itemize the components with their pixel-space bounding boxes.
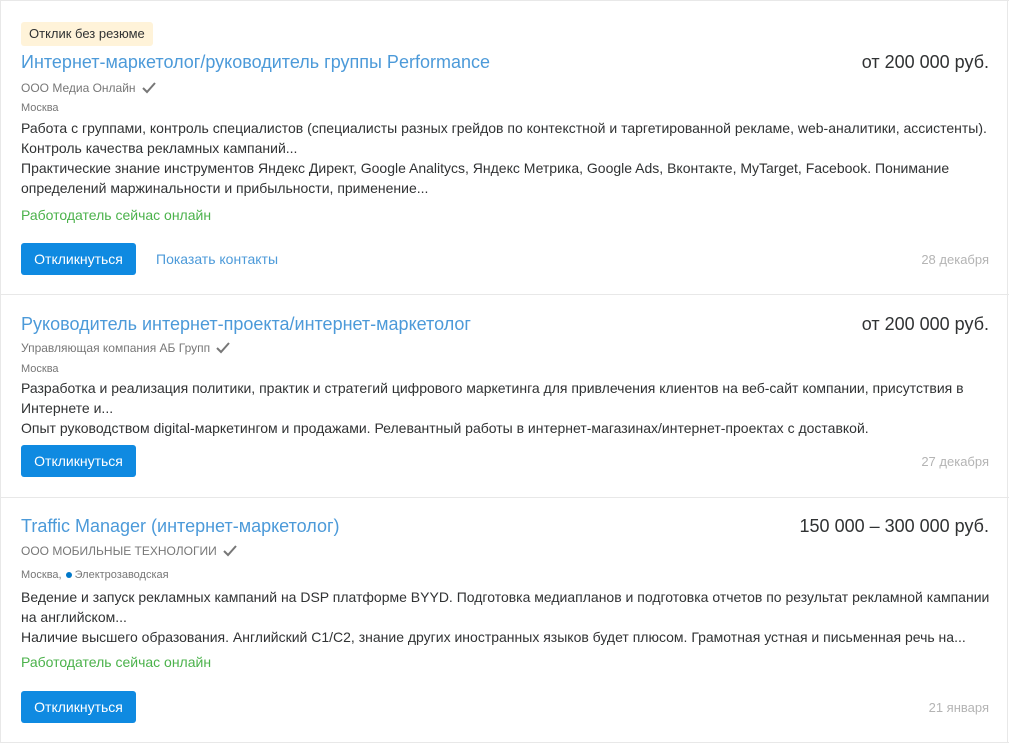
vacancy-requirement: Наличие высшего образования. Английский … — [21, 629, 966, 645]
check-icon — [141, 82, 156, 94]
vacancy-city: Москва, — [21, 569, 62, 581]
vacancy-card: Руководитель интернет-проекта/интернет-м… — [1, 295, 1009, 498]
vacancy-responsibility: Работа с группами, контроль специалистов… — [21, 120, 987, 156]
respond-button[interactable]: Откликнуться — [21, 691, 136, 723]
vacancy-salary: от 200 000 руб. — [861, 314, 989, 334]
vacancy-city: Москва — [21, 102, 59, 114]
vacancy-date: 21 января — [928, 700, 989, 715]
employer-row: ООО МОБИЛЬНЫЕ ТЕХНОЛОГИИ — [21, 544, 237, 558]
vacancy-snippet: Работа с группами, контроль специалистов… — [21, 118, 996, 198]
vacancy-card: Отклик без резюме Интернет-маркетолог/ру… — [1, 0, 1009, 295]
employer-name-link[interactable]: ООО Медиа Онлайн — [21, 81, 136, 95]
vacancy-card: Traffic Manager (интернет-маркетолог) 15… — [1, 498, 1009, 743]
vacancy-city: Москва — [21, 363, 59, 375]
employer-row: ООО Медиа Онлайн — [21, 81, 156, 95]
vacancy-responsibility: Ведение и запуск рекламных кампаний на D… — [21, 589, 990, 625]
vacancy-location: Москва — [21, 363, 59, 375]
vacancy-title-link[interactable]: Интернет-маркетолог/руководитель группы … — [21, 52, 490, 73]
vacancy-salary: от 200 000 руб. — [861, 52, 989, 72]
vacancy-requirement: Опыт руководством digital-маркетингом и … — [21, 420, 869, 436]
vacancy-location: Москва, Электрозаводская — [21, 569, 169, 581]
check-icon — [216, 342, 230, 354]
employer-online-status: Работодатель сейчас онлайн — [21, 207, 212, 223]
respond-button[interactable]: Откликнуться — [21, 445, 136, 477]
vacancy-date: 28 декабря — [921, 252, 989, 267]
employer-name-link[interactable]: ООО МОБИЛЬНЫЕ ТЕХНОЛОГИИ — [21, 544, 217, 558]
vacancy-title-link[interactable]: Руководитель интернет-проекта/интернет-м… — [21, 314, 471, 335]
metro-station: Электрозаводская — [74, 569, 169, 581]
vacancy-location: Москва — [21, 102, 59, 114]
vacancy-list: Отклик без резюме Интернет-маркетолог/ру… — [0, 0, 1009, 743]
vacancy-snippet: Разработка и реализация политики, практи… — [21, 378, 996, 438]
employer-row: Управляющая компания АБ Групп — [21, 341, 230, 355]
vacancy-snippet: Ведение и запуск рекламных кампаний на D… — [21, 587, 996, 647]
respond-button[interactable]: Откликнуться — [21, 243, 136, 275]
vacancy-title-link[interactable]: Traffic Manager (интернет-маркетолог) — [21, 516, 340, 537]
vacancy-requirement: Практические знание инструментов Яндекс … — [21, 160, 950, 196]
vacancy-date: 27 декабря — [921, 454, 989, 469]
employer-online-status: Работодатель сейчас онлайн — [21, 654, 212, 670]
check-icon — [222, 545, 237, 557]
show-contacts-link[interactable]: Показать контакты — [156, 251, 278, 267]
vacancy-responsibility: Разработка и реализация политики, практи… — [21, 380, 964, 416]
metro-line-icon — [65, 572, 72, 578]
employer-name-link[interactable]: Управляющая компания АБ Групп — [21, 341, 210, 355]
vacancy-salary: 150 000 – 300 000 руб. — [799, 516, 989, 536]
no-resume-badge: Отклик без резюме — [21, 22, 153, 46]
